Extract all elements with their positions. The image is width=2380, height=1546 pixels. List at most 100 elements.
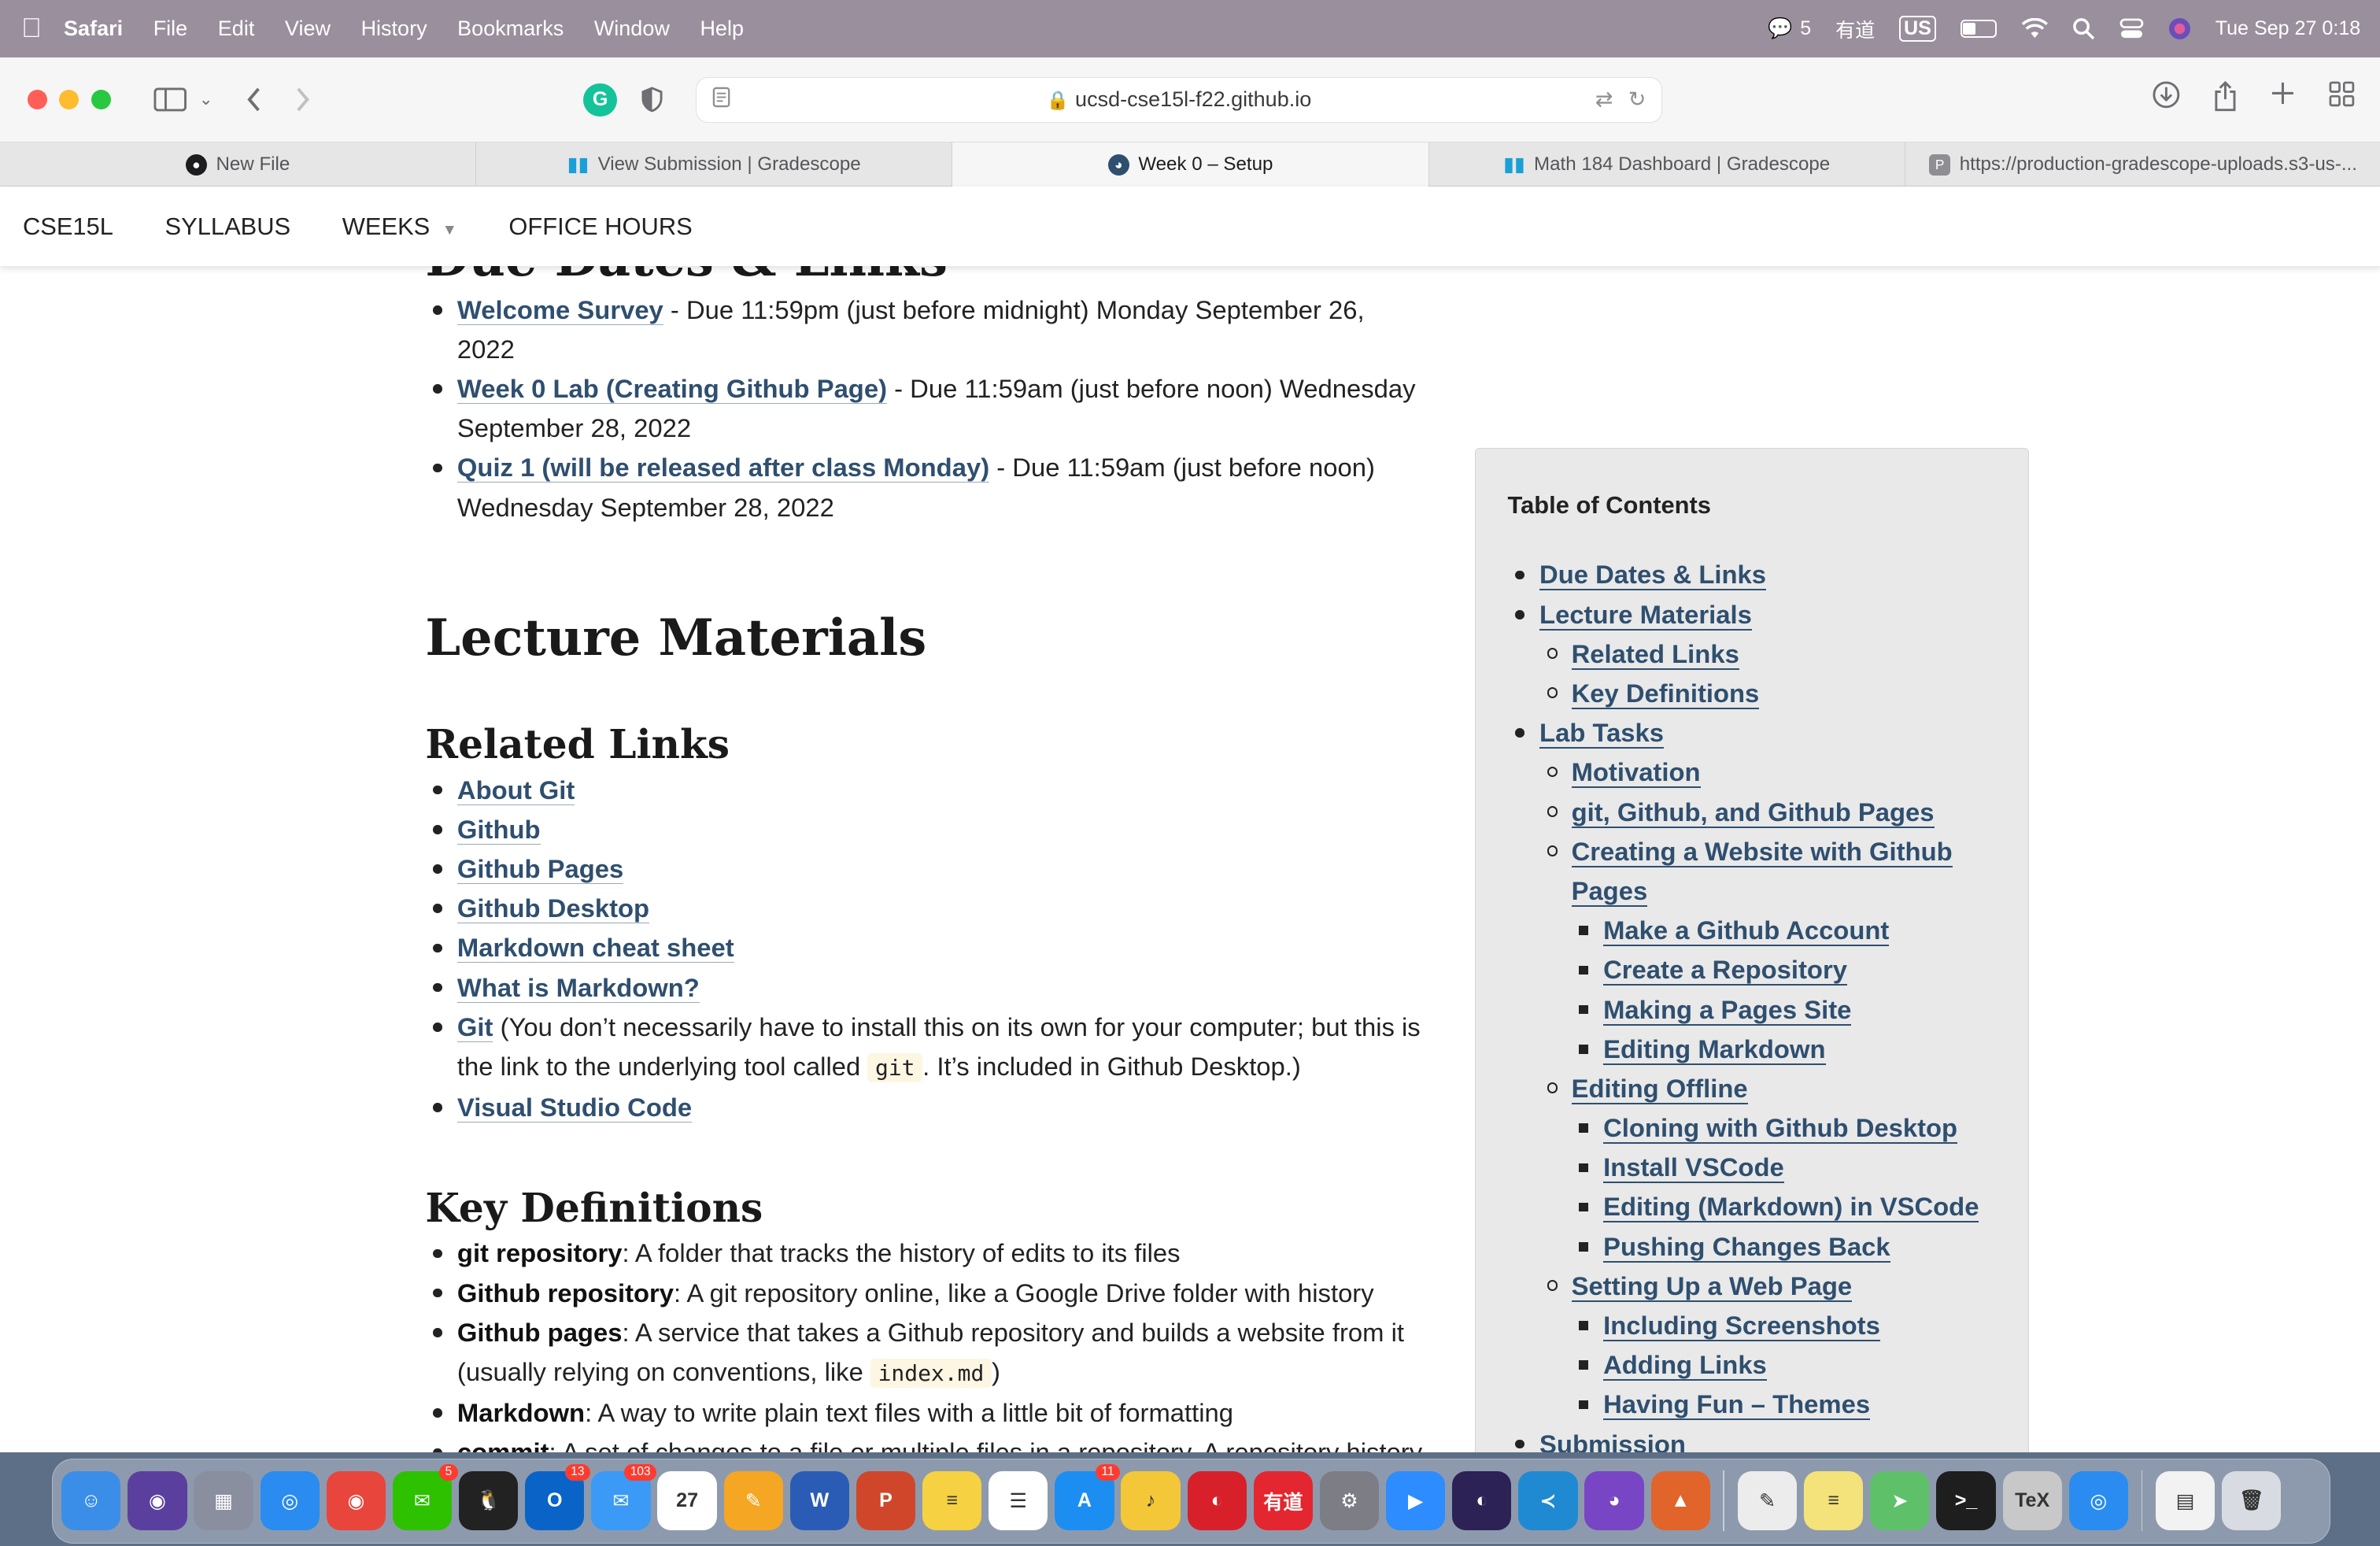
tab-overview-icon[interactable]: [2329, 81, 2355, 119]
toc-link[interactable]: Cloning with Github Desktop: [1603, 1113, 1958, 1145]
menu-app-name[interactable]: Safari: [64, 17, 123, 41]
spotlight-search-icon[interactable]: [2072, 17, 2095, 40]
downloads-stack-icon[interactable]: ▤: [2156, 1471, 2216, 1531]
nav-office-hours-link[interactable]: OFFICE HOURS: [508, 213, 692, 241]
toc-link[interactable]: Related Links: [1571, 638, 1739, 670]
nav-home-link[interactable]: CSE15L: [23, 213, 113, 241]
toc-link[interactable]: Motivation: [1571, 757, 1701, 789]
apple-logo-icon[interactable]: : [21, 13, 64, 44]
toc-link[interactable]: Having Fun – Themes: [1603, 1389, 1871, 1421]
quiz1-link[interactable]: Quiz 1 (will be released after class Mon…: [456, 453, 990, 483]
reminders-icon[interactable]: ☰: [989, 1471, 1048, 1531]
youdao-status-icon[interactable]: 有道: [1835, 15, 1875, 43]
powerpoint-icon[interactable]: P: [856, 1471, 916, 1531]
terminal-icon[interactable]: >_: [1936, 1471, 1996, 1531]
netease-music-icon[interactable]: ◐: [1187, 1471, 1247, 1531]
menu-help[interactable]: Help: [700, 17, 744, 41]
chrome-icon[interactable]: ◉: [326, 1471, 386, 1531]
welcome-survey-link[interactable]: Welcome Survey: [456, 294, 663, 325]
chevron-down-icon[interactable]: ⌄: [199, 90, 213, 109]
back-button[interactable]: [246, 87, 261, 112]
toc-link[interactable]: Setting Up a Web Page: [1571, 1270, 1853, 1302]
close-window-button[interactable]: [27, 90, 47, 110]
privacy-shield-icon[interactable]: [641, 87, 663, 113]
toc-link[interactable]: Lab Tasks: [1539, 718, 1665, 749]
menu-view[interactable]: View: [285, 17, 331, 41]
downloads-icon[interactable]: [2153, 81, 2180, 119]
toc-link[interactable]: Create a Repository: [1603, 955, 1847, 986]
outlook-icon[interactable]: O 13: [525, 1463, 591, 1531]
tab-gradescope-upload[interactable]: P https://production-gradescope-uploads.…: [1905, 142, 2380, 187]
new-tab-icon[interactable]: [2271, 81, 2295, 119]
tab-view-submission[interactable]: ▮▮ View Submission | Gradescope: [476, 142, 953, 187]
wechat-icon[interactable]: ✉ 5: [392, 1463, 458, 1531]
week0-lab-link[interactable]: Week 0 Lab (Creating Github Page): [456, 374, 888, 405]
zoom-window-button[interactable]: [91, 90, 111, 110]
siri-icon[interactable]: ◉: [128, 1471, 187, 1531]
mail-icon[interactable]: ✉ 103: [591, 1463, 657, 1531]
menu-history[interactable]: History: [361, 17, 427, 41]
what-is-markdown-link[interactable]: What is Markdown?: [456, 972, 700, 1003]
menu-edit[interactable]: Edit: [218, 17, 255, 41]
input-source-icon[interactable]: US: [1899, 16, 1936, 43]
toc-link[interactable]: Editing Markdown: [1603, 1034, 1826, 1065]
menu-bookmarks[interactable]: Bookmarks: [457, 17, 564, 41]
nav-syllabus-link[interactable]: SYLLABUS: [165, 213, 291, 241]
music-icon[interactable]: ♪: [1121, 1471, 1181, 1531]
maps-icon[interactable]: ➤: [1870, 1471, 1930, 1531]
tab-week0-setup[interactable]: ◕ Week 0 – Setup: [952, 142, 1429, 187]
share-icon[interactable]: [2213, 80, 2238, 119]
launchpad-icon[interactable]: ▦: [194, 1471, 253, 1531]
toc-link[interactable]: Key Definitions: [1571, 679, 1760, 709]
eclipse-icon[interactable]: ◐: [1452, 1471, 1512, 1531]
matlab-icon[interactable]: ▲: [1650, 1471, 1710, 1531]
menu-window[interactable]: Window: [594, 17, 670, 41]
calendar-icon[interactable]: 27: [657, 1471, 717, 1531]
finder-icon[interactable]: ☺: [61, 1471, 121, 1531]
sidebar-toggle-icon[interactable]: [153, 87, 187, 112]
grammarly-extension-icon[interactable]: G: [583, 83, 617, 117]
safari-icon[interactable]: ◎: [2068, 1471, 2128, 1531]
toc-link[interactable]: Adding Links: [1603, 1350, 1767, 1381]
forward-button[interactable]: [295, 87, 310, 112]
toc-link[interactable]: Editing (Markdown) in VSCode: [1603, 1192, 1979, 1223]
menu-file[interactable]: File: [153, 17, 188, 41]
toc-link[interactable]: Submission: [1539, 1429, 1686, 1453]
siri-status-icon[interactable]: [2168, 17, 2191, 40]
address-bar[interactable]: 🔒 ucsd-cse15l-f22.github.io ⇄ ↻: [696, 76, 1662, 123]
tab-math184-dashboard[interactable]: ▮▮ Math 184 Dashboard | Gradescope: [1429, 142, 1905, 187]
about-git-link[interactable]: About Git: [456, 775, 575, 805]
github-pages-link[interactable]: Github Pages: [456, 853, 624, 884]
reload-icon[interactable]: ↻: [1628, 87, 1646, 112]
toc-link[interactable]: Make a Github Account: [1603, 915, 1890, 947]
github-link[interactable]: Github: [456, 814, 541, 845]
github-desktop-link[interactable]: Github Desktop: [456, 893, 650, 924]
git-link[interactable]: Git: [456, 1012, 493, 1042]
toc-link[interactable]: Install VSCode: [1603, 1152, 1784, 1184]
toc-link[interactable]: Making a Pages Site: [1603, 994, 1852, 1026]
toc-link[interactable]: Due Dates & Links: [1539, 560, 1767, 591]
stickies-icon[interactable]: ≡: [1804, 1471, 1864, 1531]
battery-icon[interactable]: [1960, 20, 1997, 39]
translate-icon[interactable]: ⇄: [1595, 87, 1613, 112]
word-icon[interactable]: W: [789, 1471, 849, 1531]
trash-icon[interactable]: 🗑: [2222, 1471, 2282, 1531]
toc-link[interactable]: Creating a Website with Github Pages: [1571, 836, 1953, 907]
system-settings-icon[interactable]: ⚙: [1319, 1471, 1380, 1531]
minimize-window-button[interactable]: [59, 90, 79, 110]
nav-weeks-dropdown[interactable]: WEEKS ▼: [342, 213, 457, 241]
youdao-icon[interactable]: 有道: [1253, 1471, 1313, 1531]
markdown-cheat-sheet-link[interactable]: Markdown cheat sheet: [456, 933, 734, 963]
toc-link[interactable]: git, Github, and Github Pages: [1571, 797, 1935, 828]
textedit-icon[interactable]: ✎: [1737, 1471, 1798, 1531]
wifi-icon[interactable]: [2021, 18, 2049, 39]
toc-link[interactable]: Lecture Materials: [1539, 599, 1752, 631]
clock-datetime[interactable]: Tue Sep 27 0:18: [2216, 17, 2361, 40]
vscode-link[interactable]: Visual Studio Code: [456, 1093, 693, 1123]
toc-link[interactable]: Editing Offline: [1571, 1073, 1748, 1104]
safari-icon[interactable]: ◎: [260, 1471, 320, 1531]
notes-icon[interactable]: ≡: [922, 1471, 982, 1531]
page-menu-icon[interactable]: [712, 87, 730, 113]
tab-new-file[interactable]: ● New File: [0, 142, 477, 187]
qq-icon[interactable]: 🐧: [459, 1471, 519, 1531]
